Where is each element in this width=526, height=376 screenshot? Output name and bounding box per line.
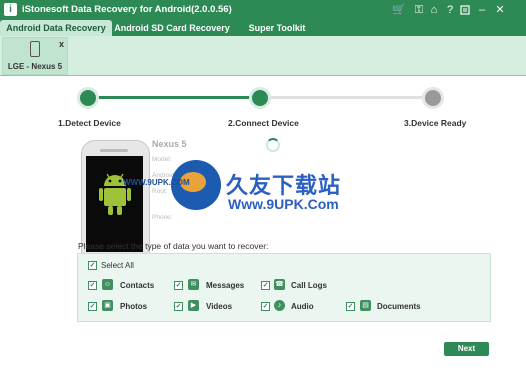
tab-bar: Android Data Recovery Android SD Card Re… [0, 20, 526, 36]
tab-super-toolkit[interactable]: Super Toolkit [242, 20, 312, 36]
audio-icon: ♪ [274, 300, 285, 311]
step-dot-ready [422, 87, 444, 109]
device-meta-root: Root: [152, 188, 168, 195]
tab-android-sd-card-recovery[interactable]: Android SD Card Recovery [114, 20, 230, 36]
device-model-name: Nexus 5 [152, 139, 187, 149]
contacts-label[interactable]: Contacts [120, 281, 154, 290]
minimize-button[interactable]: – [475, 2, 489, 18]
step-dot-connect [249, 87, 271, 109]
title-bar: i iStonesoft Data Recovery for Android(2… [0, 0, 526, 20]
documents-label[interactable]: Documents [377, 302, 421, 311]
tab-android-data-recovery[interactable]: Android Data Recovery [0, 20, 112, 36]
device-label: LGE - Nexus 5 [7, 62, 63, 71]
contacts-checkbox[interactable]: ✓ [88, 281, 97, 290]
progress-line-done [96, 96, 258, 99]
next-button[interactable]: Next [444, 342, 489, 356]
step-label-detect: 1.Detect Device [58, 118, 121, 128]
audio-checkbox[interactable]: ✓ [261, 302, 270, 311]
home-icon[interactable]: ⌂ [428, 2, 440, 18]
device-meta-phone: Phone: [152, 214, 173, 221]
messages-label[interactable]: Messages [206, 281, 244, 290]
help-icon[interactable]: ? [444, 2, 456, 18]
app-logo-icon: i [4, 3, 17, 16]
phone-speaker [100, 149, 128, 152]
watermark-url: Www.9UPK.Com [228, 196, 339, 212]
select-all-label[interactable]: Select All [101, 261, 134, 270]
step-label-connect: 2.Connect Device [228, 118, 299, 128]
photos-checkbox[interactable]: ✓ [88, 302, 97, 311]
device-meta-model: Model: [152, 156, 172, 163]
divider [0, 75, 526, 76]
call-logs-label[interactable]: Call Logs [291, 281, 327, 290]
videos-checkbox[interactable]: ✓ [174, 302, 183, 311]
documents-checkbox[interactable]: ✓ [346, 302, 355, 311]
cart-icon[interactable]: 🛒 [392, 2, 406, 18]
contacts-icon: ☺ [102, 279, 113, 290]
loading-spinner-icon [266, 138, 280, 152]
select-all-checkbox[interactable]: ✓ [88, 261, 97, 270]
step-label-ready: 3.Device Ready [404, 118, 467, 128]
videos-label[interactable]: Videos [206, 302, 232, 311]
documents-icon: ▤ [360, 300, 371, 311]
device-close-icon[interactable]: x [59, 39, 64, 49]
photos-label[interactable]: Photos [120, 302, 147, 311]
device-strip: x LGE - Nexus 5 [0, 36, 526, 75]
step-dot-detect [77, 87, 99, 109]
progress-line-pending [268, 96, 432, 99]
close-button[interactable]: ✕ [493, 2, 507, 18]
app-title: iStonesoft Data Recovery for Android(2.0… [22, 4, 232, 15]
select-prompt: Please select the type of data you want … [78, 241, 269, 251]
phone-icon [30, 41, 40, 57]
settings-icon[interactable] [459, 2, 471, 18]
watermark-small-text: WWW.9UPK.COM [123, 178, 190, 187]
videos-icon: ▶ [188, 300, 199, 311]
messages-icon: ✉ [188, 279, 199, 290]
photos-icon: ▣ [102, 300, 113, 311]
messages-checkbox[interactable]: ✓ [174, 281, 183, 290]
audio-label[interactable]: Audio [291, 302, 314, 311]
key-icon[interactable]: ⚿ [413, 2, 425, 18]
data-type-panel: ✓ Select All ✓ ☺ Contacts ✓ ✉ Messages ✓… [77, 253, 491, 322]
call-logs-icon: ☎ [274, 279, 285, 290]
call-logs-checkbox[interactable]: ✓ [261, 281, 270, 290]
device-card[interactable]: x LGE - Nexus 5 [2, 37, 68, 75]
